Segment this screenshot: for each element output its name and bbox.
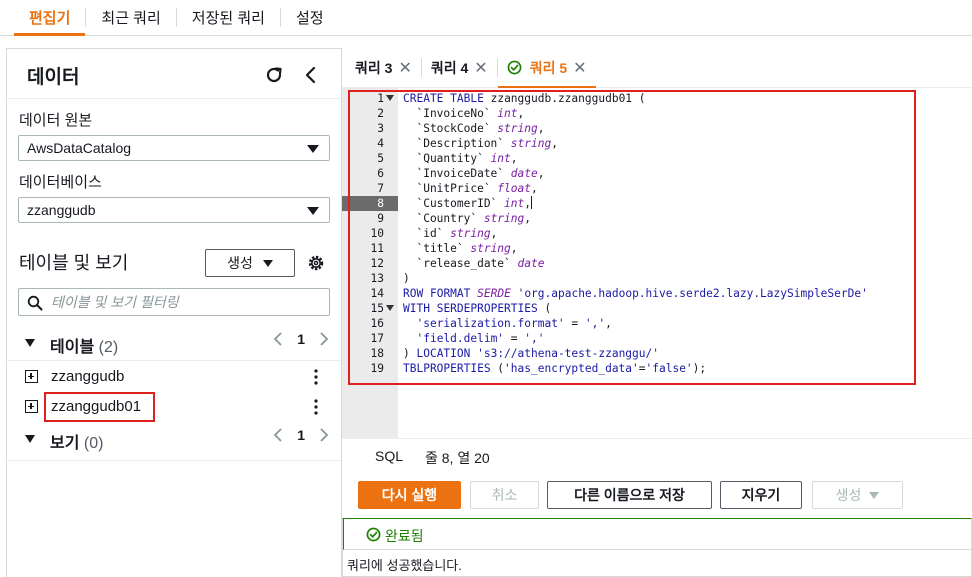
create-table-button[interactable]: 생성 — [205, 249, 295, 277]
more-options-icon[interactable] — [313, 368, 319, 386]
tables-group-title: 테이블 (2) — [50, 333, 118, 357]
tab-settings[interactable]: 설정 — [281, 0, 339, 35]
chevron-right-icon[interactable] — [319, 331, 329, 347]
chevron-left-icon[interactable] — [273, 427, 283, 443]
top-tab-bar: 편집기 최근 쿼리 저장된 쿼리 설정 — [0, 0, 972, 36]
tab-editor-label: 편집기 — [29, 10, 71, 27]
result-status-text: 완료됨 — [385, 528, 424, 544]
views-group-header[interactable]: 보기 (0) 1 — [7, 419, 341, 459]
close-icon[interactable]: ✕ — [573, 58, 586, 78]
save-as-button[interactable]: 다른 이름으로 저장 — [547, 481, 712, 509]
data-panel-header: 데이터 — [7, 49, 341, 99]
close-icon[interactable]: ✕ — [398, 58, 411, 78]
database-label: 데이터베이스 — [19, 174, 102, 191]
data-panel-title: 데이터 — [27, 67, 80, 88]
data-source-select[interactable]: AwsDataCatalog — [18, 135, 330, 161]
caret-down-icon — [869, 491, 880, 499]
result-message: 쿼리에 성공했습니다. — [347, 558, 462, 573]
views-count: (0) — [83, 435, 104, 452]
tab-query-4[interactable]: 쿼리 4 ✕ — [422, 48, 497, 87]
caret-down-icon — [307, 145, 319, 153]
search-icon — [27, 295, 43, 311]
create-menu-button[interactable]: 생성 — [812, 481, 903, 509]
query-result-panel: 완료됨 쿼리에 성공했습니다. — [342, 518, 972, 577]
tab-query-3-label: 쿼리 3 — [355, 59, 393, 76]
tab-query-4-label: 쿼리 4 — [430, 59, 469, 76]
cancel-button[interactable]: 취소 — [470, 481, 539, 509]
tables-pager: 1 — [273, 331, 329, 347]
caret-down-icon — [25, 339, 35, 347]
divider — [7, 360, 341, 361]
views-group-name: 보기 — [50, 435, 80, 452]
tables-views-title: 테이블 및 보기 — [19, 253, 129, 273]
data-panel: 데이터 데이터 원본 AwsDataCatalog 데이터베이스 zzanggu… — [6, 48, 342, 577]
run-again-button[interactable]: 다시 실행 — [358, 481, 461, 509]
expand-plus-icon[interactable] — [25, 370, 38, 383]
refresh-icon[interactable] — [263, 64, 285, 86]
editor-status-bar: SQL 줄 8, 열 20 — [342, 438, 972, 472]
tab-recent-queries-label: 최근 쿼리 — [101, 10, 161, 27]
database-select[interactable]: zzanggudb — [18, 197, 330, 223]
table-filter — [18, 288, 330, 316]
chevron-left-icon[interactable] — [301, 64, 321, 86]
tab-saved-queries[interactable]: 저장된 쿼리 — [177, 0, 280, 35]
query-tab-bar: 쿼리 3 ✕ 쿼리 4 ✕ 쿼리 5 ✕ — [342, 48, 972, 88]
views-pager: 1 — [273, 427, 329, 443]
views-group-title: 보기 (0) — [50, 429, 103, 453]
clear-button[interactable]: 지우기 — [720, 481, 802, 509]
sql-editor[interactable]: 1 CREATE TABLE zzanggudb.zzanggudb01 (2 `… — [342, 88, 972, 438]
tables-page-number: 1 — [297, 331, 305, 347]
language-indicator: SQL — [375, 448, 404, 464]
cursor-position: 줄 8, 열 20 — [425, 450, 490, 466]
table-filter-input[interactable] — [51, 292, 321, 312]
divider — [7, 460, 341, 461]
caret-down-icon — [262, 259, 273, 267]
tab-query-3[interactable]: 쿼리 3 ✕ — [346, 48, 421, 87]
views-page-number: 1 — [297, 427, 305, 443]
tables-group-name: 테이블 — [50, 339, 95, 356]
tab-saved-queries-label: 저장된 쿼리 — [191, 10, 265, 27]
create-menu-label: 생성 — [835, 487, 862, 503]
tables-count: (2) — [98, 339, 119, 356]
tab-query-5-label: 쿼리 5 — [529, 59, 568, 76]
more-options-icon[interactable] — [313, 398, 319, 416]
tab-recent-queries[interactable]: 최근 쿼리 — [86, 0, 175, 35]
tab-query-5[interactable]: 쿼리 5 ✕ — [497, 48, 596, 88]
gear-icon[interactable] — [307, 254, 325, 272]
result-status-header: 완료됨 — [343, 519, 971, 550]
caret-down-icon — [307, 207, 319, 215]
highlight-box — [348, 90, 916, 385]
data-source-value: AwsDataCatalog — [27, 140, 132, 156]
tab-settings-label: 설정 — [295, 10, 324, 27]
chevron-left-icon[interactable] — [273, 331, 283, 347]
caret-down-icon — [25, 435, 35, 443]
data-source-label: 데이터 원본 — [19, 112, 93, 129]
create-table-button-label: 생성 — [227, 255, 253, 271]
tables-group-header[interactable]: 테이블 (2) 1 — [7, 323, 341, 363]
tab-editor[interactable]: 편집기 — [14, 0, 86, 36]
highlight-box — [44, 392, 155, 422]
table-row[interactable]: zzanggudb — [7, 362, 341, 392]
check-circle-icon — [366, 527, 381, 542]
database-value: zzanggudb — [27, 202, 96, 218]
check-circle-icon — [507, 60, 522, 75]
close-icon[interactable]: ✕ — [474, 58, 487, 78]
table-name[interactable]: zzanggudb — [51, 368, 124, 385]
chevron-right-icon[interactable] — [319, 427, 329, 443]
expand-plus-icon[interactable] — [25, 400, 38, 413]
